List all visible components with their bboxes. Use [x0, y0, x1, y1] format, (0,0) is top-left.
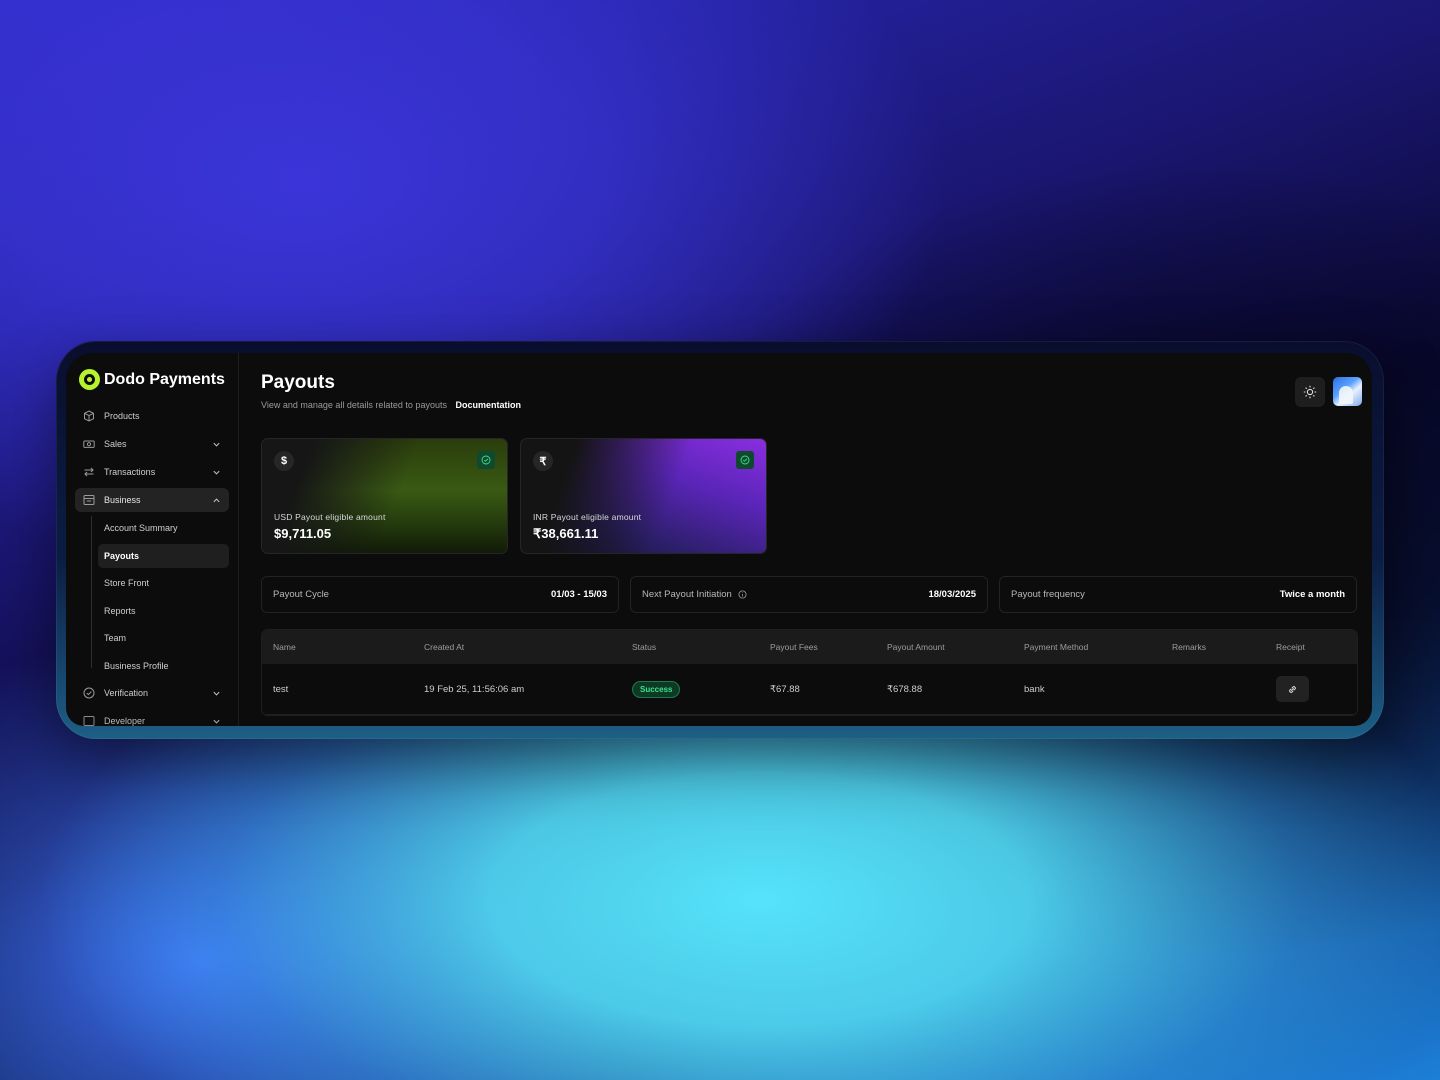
payouts-table: Name Created At Status Payout Fees Payou…	[261, 629, 1358, 716]
cell-payment-method: bank	[1024, 683, 1045, 695]
card-label: USD Payout eligible amount	[274, 512, 386, 522]
next-payout-value: 18/03/2025	[928, 589, 976, 600]
payout-cycle-label: Payout Cycle	[273, 589, 329, 600]
card-label: INR Payout eligible amount	[533, 512, 642, 522]
column-header: Remarks	[1172, 642, 1207, 652]
logo[interactable]: Dodo Payments	[79, 369, 229, 390]
business-subnav: Account Summary Payouts Store Front Repo…	[91, 516, 229, 678]
link-icon	[1289, 685, 1296, 693]
chevron-down-icon[interactable]	[211, 688, 221, 698]
sidebar-subitem-team[interactable]: Team	[98, 626, 229, 650]
payout-frequency-label: Payout frequency	[1011, 589, 1085, 600]
sidebar-item-label: Business	[104, 495, 141, 505]
rupee-icon: ₹	[533, 451, 553, 471]
arrows-icon	[83, 466, 95, 478]
column-header: Payout Amount	[887, 642, 945, 652]
column-header: Created At	[424, 642, 465, 652]
avatar[interactable]	[1333, 377, 1362, 406]
subtitle-text: View and manage all details related to p…	[261, 400, 447, 410]
verified-check-icon	[736, 451, 754, 469]
status-badge: Success	[632, 680, 681, 698]
sidebar-item-label: Verification	[104, 688, 149, 698]
sidebar-subitem-payouts[interactable]: Payouts	[98, 543, 229, 568]
documentation-link[interactable]: Documentation	[455, 400, 521, 410]
cell-created-at: 19 Feb 25, 11:56:06 am	[424, 683, 525, 695]
money-icon	[83, 438, 95, 450]
chevron-down-icon[interactable]	[211, 439, 221, 449]
table-header: Name Created At Status Payout Fees Payou…	[262, 630, 1357, 664]
check-circle-icon	[83, 687, 95, 699]
cell-payout-fees: ₹67.88	[770, 683, 800, 695]
inr-payout-card: ₹ INR Payout eligible amount ₹38,661.11	[520, 438, 767, 554]
sun-icon	[1303, 385, 1317, 399]
store-icon	[83, 494, 95, 506]
page-subtitle: View and manage all details related to p…	[261, 400, 1358, 410]
cell-status: Success	[621, 680, 759, 698]
column-header: Status	[632, 642, 657, 652]
sidebar-subitem-store-front[interactable]: Store Front	[98, 571, 229, 595]
header-actions	[1295, 377, 1362, 407]
payout-frequency-value: Twice a month	[1279, 589, 1345, 600]
sidebar: Dodo Payments Products Sales Transaction…	[66, 353, 239, 726]
column-header: Receipt	[1276, 642, 1305, 652]
code-icon	[83, 715, 95, 726]
payout-cycle-value: 01/03 - 15/03	[551, 589, 607, 600]
sidebar-item-business[interactable]: Business	[75, 488, 229, 512]
payout-frequency-box: Payout frequency Twice a month	[999, 576, 1357, 613]
dollar-icon: $	[274, 451, 294, 471]
card-amount: $9,711.05	[274, 526, 332, 541]
usd-payout-card: $ USD Payout eligible amount $9,711.05	[261, 438, 508, 554]
payout-cards: $ USD Payout eligible amount $9,711.05 ₹…	[261, 438, 1358, 554]
sidebar-subitem-business-profile[interactable]: Business Profile	[98, 654, 229, 678]
column-header: Payout Fees	[770, 642, 818, 652]
next-payout-label: Next Payout Initiation	[642, 589, 732, 600]
sidebar-item-verification[interactable]: Verification	[75, 681, 229, 705]
receipt-link-button[interactable]	[1276, 676, 1309, 702]
app-name: Dodo Payments	[104, 370, 225, 388]
table-row[interactable]: test 19 Feb 25, 11:56:06 am Success ₹67.…	[262, 664, 1357, 715]
sidebar-item-developer[interactable]: Developer	[75, 709, 229, 726]
card-amount: ₹38,661.11	[533, 526, 599, 541]
chevron-down-icon[interactable]	[211, 716, 221, 726]
cell-receipt	[1265, 676, 1357, 702]
sidebar-item-products[interactable]: Products	[75, 404, 229, 428]
dodo-logo-icon	[79, 369, 100, 390]
cell-payout-amount: ₹678.88	[887, 683, 923, 695]
payout-info-row: Payout Cycle 01/03 - 15/03 Next Payout I…	[261, 576, 1358, 613]
sidebar-item-transactions[interactable]: Transactions	[75, 460, 229, 484]
sidebar-item-label: Developer	[104, 716, 146, 726]
next-payout-label-wrap: Next Payout Initiation	[642, 589, 747, 600]
page-background: { "app": { "name": "Dodo Payments" }, "s…	[0, 0, 1440, 1080]
column-header: Name	[273, 642, 296, 652]
app-window: Dodo Payments Products Sales Transaction…	[66, 353, 1372, 726]
sidebar-item-label: Products	[104, 411, 140, 421]
payout-cycle-box: Payout Cycle 01/03 - 15/03	[261, 576, 619, 613]
page-title: Payouts	[261, 372, 335, 393]
sidebar-subitem-reports[interactable]: Reports	[98, 599, 229, 623]
cell-name: test	[273, 683, 289, 695]
main-content: Payouts View and manage all details rela…	[239, 353, 1372, 726]
sidebar-item-label: Transactions	[104, 467, 156, 477]
info-icon[interactable]	[738, 590, 747, 599]
chevron-up-icon[interactable]	[211, 495, 221, 505]
theme-toggle-button[interactable]	[1295, 377, 1325, 407]
sidebar-item-label: Sales	[104, 439, 127, 449]
chevron-down-icon[interactable]	[211, 467, 221, 477]
verified-check-icon	[477, 451, 495, 469]
box-icon	[83, 410, 95, 422]
column-header: Payment Method	[1024, 642, 1089, 652]
sidebar-item-sales[interactable]: Sales	[75, 432, 229, 456]
sidebar-subitem-account-summary[interactable]: Account Summary	[98, 516, 229, 540]
next-payout-box: Next Payout Initiation 18/03/2025	[630, 576, 988, 613]
